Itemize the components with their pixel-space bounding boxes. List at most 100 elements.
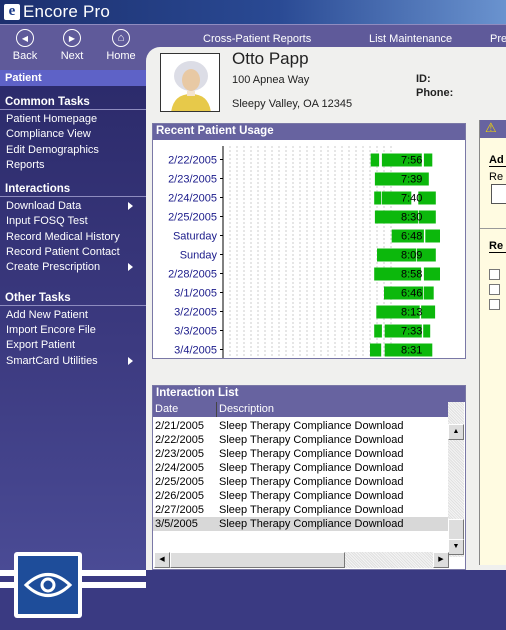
usage-bar (374, 191, 382, 205)
sidebar-item-edit-demographics[interactable]: Edit Demographics (0, 143, 146, 158)
sidebar-item-label: SmartCard Utilities (6, 354, 98, 367)
alerts-input[interactable] (491, 184, 506, 204)
sidebar-patient-header: Patient (0, 70, 146, 86)
alert-checkbox[interactable] (489, 299, 500, 310)
row-description: Sleep Therapy Compliance Download (219, 490, 404, 502)
row-date-label: 2/28/2005 (168, 269, 217, 281)
sidebar-item-patient-homepage[interactable]: Patient Homepage (0, 112, 146, 127)
scroll-down-button[interactable]: ▼ (448, 539, 464, 555)
usage-bar (423, 286, 434, 300)
sidebar-item-label: Create Prescription (6, 261, 101, 274)
alert-checkbox[interactable] (489, 269, 500, 280)
window-title: Encore Pro (23, 2, 111, 21)
sidebar-item-label: Record Medical History (6, 230, 120, 243)
row-date: 3/5/2005 (155, 518, 198, 530)
sidebar-item-input-fosq-test[interactable]: Input FOSQ Test (0, 214, 146, 229)
row-total-label: 8:30 (401, 212, 422, 224)
alerts-panel: ⚠ Ad Re Re (479, 120, 506, 565)
recent-usage-panel: Recent Patient Usage 1214161820220246810… (152, 123, 466, 359)
next-button[interactable]: ▶ Next (50, 29, 94, 62)
alert-checkbox[interactable] (489, 284, 500, 295)
usage-bar (374, 324, 382, 338)
vertical-scrollbar[interactable]: ▲ ▼ (448, 402, 464, 557)
list-maintenance-link[interactable]: List Maintenance (369, 33, 452, 45)
sidebar-item-record-medical-history[interactable]: Record Medical History (0, 230, 146, 245)
row-total-label: 7:39 (401, 174, 422, 186)
sidebar-item-export-patient[interactable]: Export Patient (0, 338, 146, 353)
sidebar-item-smartcard-utilities[interactable]: SmartCard Utilities (0, 354, 146, 369)
submenu-arrow-icon (128, 202, 133, 211)
usage-bar (423, 153, 433, 167)
usage-bar (370, 343, 382, 357)
back-label: Back (12, 50, 38, 62)
interaction-list-title: Interaction List (153, 386, 465, 402)
sidebar-item-import-encore-file[interactable]: Import Encore File (0, 323, 146, 338)
alerts-header: ⚠ (480, 120, 506, 138)
sidebar-item-compliance-view[interactable]: Compliance View (0, 127, 146, 142)
row-description: Sleep Therapy Compliance Download (219, 448, 404, 460)
row-date: 2/21/2005 (155, 420, 204, 432)
row-total-label: 7:33 (401, 326, 422, 338)
horizontal-scrollbar[interactable]: ◀ ▶ (154, 552, 449, 568)
patient-id-label: ID: (416, 73, 431, 85)
patient-photo (160, 53, 220, 112)
warning-icon: ⚠ (485, 120, 497, 135)
alerts-section-1-title: Ad (489, 154, 506, 167)
scroll-up-button[interactable]: ▲ (448, 424, 464, 440)
row-description: Sleep Therapy Compliance Download (219, 462, 404, 474)
sidebar-item-create-prescription[interactable]: Create Prescription (0, 260, 146, 275)
back-button[interactable]: ◀ Back (3, 29, 47, 62)
scroll-left-button[interactable]: ◀ (154, 552, 170, 568)
sidebar: Patient Common Tasks Patient Homepage Comp… (0, 70, 146, 618)
sidebar-item-label: Reports (6, 158, 45, 171)
row-description: Sleep Therapy Compliance Download (219, 476, 404, 488)
sidebar-item-label: Record Patient Contact (6, 246, 120, 259)
table-row[interactable]: 2/26/2005 Sleep Therapy Compliance Downlo… (153, 489, 449, 503)
table-row[interactable]: 2/27/2005 Sleep Therapy Compliance Downlo… (153, 503, 449, 517)
sidebar-item-label: Edit Demographics (6, 143, 99, 156)
sidebar-item-label: Compliance View (6, 128, 91, 141)
alerts-section-2-title: Re (489, 240, 506, 253)
sidebar-item-record-patient-contact[interactable]: Record Patient Contact (0, 245, 146, 260)
sidebar-item-download-data[interactable]: Download Data (0, 199, 146, 214)
row-date-label: Saturday (173, 231, 218, 243)
row-date-label: 2/25/2005 (168, 212, 217, 224)
sidebar-item-label: Export Patient (6, 339, 76, 352)
horizontal-scroll-thumb[interactable] (170, 552, 345, 568)
cross-patient-reports-link[interactable]: Cross-Patient Reports (203, 33, 311, 45)
preferences-link[interactable]: Pre (490, 33, 506, 45)
table-row[interactable]: 2/23/2005 Sleep Therapy Compliance Downlo… (153, 447, 449, 461)
table-row[interactable]: 2/24/2005 Sleep Therapy Compliance Downlo… (153, 461, 449, 475)
patient-address-line2: Sleepy Valley, OA 12345 (232, 98, 353, 110)
row-date-label: 3/1/2005 (174, 288, 217, 300)
sidebar-item-label: Add New Patient (6, 308, 88, 321)
row-description: Sleep Therapy Compliance Download (219, 420, 404, 432)
sidebar-item-reports[interactable]: Reports (0, 158, 146, 173)
row-total-label: 8:13 (401, 307, 422, 319)
row-date: 2/23/2005 (155, 448, 204, 460)
row-date: 2/25/2005 (155, 476, 204, 488)
home-label: Home (106, 50, 136, 62)
usage-chart: 12141618202202468102/22/20057:562/23/200… (168, 146, 440, 358)
row-date-label: 2/23/2005 (168, 174, 217, 186)
row-date-label: 2/22/2005 (168, 155, 217, 167)
patient-address-line1: 100 Apnea Way (232, 74, 310, 86)
row-date-label: 3/3/2005 (174, 326, 217, 338)
table-row[interactable]: 2/22/2005 Sleep Therapy Compliance Downlo… (153, 433, 449, 447)
title-bar: e Encore Pro (0, 0, 506, 24)
sidebar-section-title: Other Tasks (0, 292, 146, 306)
table-row[interactable]: 2/25/2005 Sleep Therapy Compliance Downlo… (153, 475, 449, 489)
column-header-description[interactable]: Description (217, 402, 449, 417)
table-row[interactable]: 2/21/2005 Sleep Therapy Compliance Downlo… (153, 419, 449, 433)
column-header-date[interactable]: Date (153, 402, 217, 417)
row-total-label: 7:56 (401, 155, 422, 167)
row-description: Sleep Therapy Compliance Download (219, 518, 404, 530)
table-row[interactable]: 3/5/2005 Sleep Therapy Compliance Downloa… (153, 517, 449, 531)
row-total-label: 6:48 (401, 231, 422, 243)
submenu-arrow-icon (128, 356, 133, 365)
scroll-right-button[interactable]: ▶ (433, 552, 449, 568)
home-button[interactable]: ⌂ Home (99, 29, 143, 62)
row-date: 2/24/2005 (155, 462, 204, 474)
row-description: Sleep Therapy Compliance Download (219, 434, 404, 446)
sidebar-item-add-new-patient[interactable]: Add New Patient (0, 308, 146, 323)
